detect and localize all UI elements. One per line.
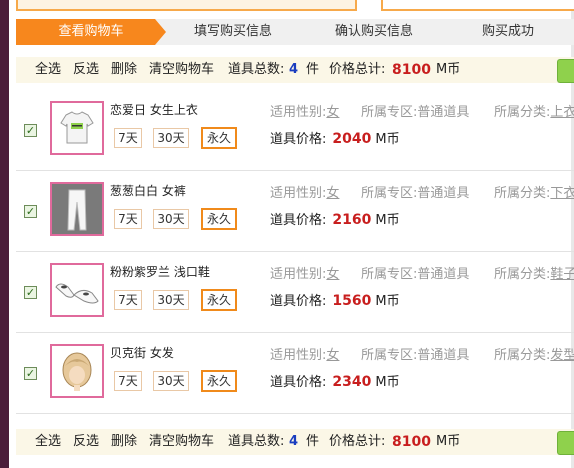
select-all-link[interactable]: 全选 <box>35 429 61 455</box>
hair-icon <box>62 352 92 391</box>
duration-7-days[interactable]: 7天 <box>114 209 142 229</box>
total-count-label: 道具总数: <box>228 62 285 77</box>
item-gender: 适用性别:女 <box>270 105 340 120</box>
item-category: 所属分类:上衣 <box>494 101 574 120</box>
clear-cart-link[interactable]: 清空购物车 <box>149 429 214 455</box>
total-price-unit: M币 <box>436 62 461 77</box>
checkout-steps: 购买成功 确认购买信息 填写购买信息 查看购物车 <box>16 19 574 45</box>
item-price-value: 1560 <box>332 293 372 309</box>
item-checkbox[interactable]: ✓ <box>24 286 37 299</box>
item-price: 道具价格: 2040 M币 <box>270 131 400 147</box>
item-category: 所属分类:发型 <box>494 344 574 363</box>
top-tab-right[interactable] <box>381 0 574 11</box>
duration-7-days[interactable]: 7天 <box>114 371 142 391</box>
invert-selection-link[interactable]: 反选 <box>73 57 99 83</box>
item-price: 道具价格: 2340 M币 <box>270 374 400 390</box>
cart-item: ✓ 粉粉紫罗兰 浅口鞋 7天 30天 永久 适用性别:女 所属专区:普通道具 所… <box>16 252 574 333</box>
pants-icon <box>67 189 87 231</box>
category-link[interactable]: 下衣 <box>550 186 574 201</box>
item-gender: 适用性别:女 <box>270 267 340 282</box>
item-zone: 所属专区:普通道具 <box>361 105 470 120</box>
item-checkbox[interactable]: ✓ <box>24 205 37 218</box>
window-left-edge <box>0 0 9 468</box>
item-price-value: 2040 <box>332 131 372 147</box>
gender-link[interactable]: 女 <box>326 267 339 282</box>
duration-permanent[interactable]: 永久 <box>201 370 237 392</box>
item-price: 道具价格: 2160 M币 <box>270 212 400 228</box>
cart-action-bar-bottom: 全选 反选 删除 清空购物车 道具总数: 4 件 价格总计: 8100 M币 <box>16 429 574 455</box>
invert-selection-link[interactable]: 反选 <box>73 429 99 455</box>
item-zone: 所属专区:普通道具 <box>361 186 470 201</box>
total-price-label: 价格总计: <box>329 434 386 449</box>
duration-30-days[interactable]: 30天 <box>153 290 189 310</box>
shirt-icon <box>60 111 94 144</box>
total-price-unit: M币 <box>436 434 461 449</box>
total-count-unit: 件 <box>306 434 320 449</box>
item-thumbnail-shoes[interactable] <box>50 263 104 317</box>
category-link[interactable]: 发型 <box>550 348 574 363</box>
total-price-label: 价格总计: <box>329 62 386 77</box>
total-price-value: 8100 <box>392 434 431 450</box>
clear-cart-link[interactable]: 清空购物车 <box>149 57 214 83</box>
cart-item: ✓ 葱葱白白 女裤 7天 30天 永久 适用性别:女 所属专区:普通道具 所属分… <box>16 171 574 252</box>
item-price-value: 2160 <box>332 212 372 228</box>
total-count-unit: 件 <box>306 62 320 77</box>
item-category: 所属分类:下衣 <box>494 182 574 201</box>
total-count-label: 道具总数: <box>228 434 285 449</box>
item-zone: 所属专区:普通道具 <box>361 348 470 363</box>
gender-link[interactable]: 女 <box>326 186 339 201</box>
item-name[interactable]: 恋爱日 女生上衣 <box>110 101 198 118</box>
item-zone: 所属专区:普通道具 <box>361 267 470 282</box>
duration-30-days[interactable]: 30天 <box>153 209 189 229</box>
select-all-link[interactable]: 全选 <box>35 57 61 83</box>
shoes-icon <box>55 283 99 304</box>
delete-link[interactable]: 删除 <box>111 429 137 455</box>
step-confirm-info: 确认购买信息 <box>300 19 448 45</box>
item-thumbnail-hair[interactable] <box>50 344 104 398</box>
cart-action-bar-top: 全选 反选 删除 清空购物车 道具总数: 4 件 价格总计: 8100 M币 <box>16 57 574 83</box>
duration-7-days[interactable]: 7天 <box>114 128 142 148</box>
duration-30-days[interactable]: 30天 <box>153 128 189 148</box>
top-tab-left[interactable] <box>16 0 357 11</box>
item-thumbnail-pants[interactable] <box>50 182 104 236</box>
category-link[interactable]: 鞋子 <box>550 267 574 282</box>
item-price-value: 2340 <box>332 374 372 390</box>
checkout-button[interactable] <box>557 59 574 83</box>
item-gender: 适用性别:女 <box>270 186 340 201</box>
item-thumbnail-top[interactable] <box>50 101 104 155</box>
item-name[interactable]: 葱葱白白 女裤 <box>110 182 186 199</box>
duration-30-days[interactable]: 30天 <box>153 371 189 391</box>
step-view-cart: 查看购物车 <box>16 19 166 45</box>
delete-link[interactable]: 删除 <box>111 57 137 83</box>
cart-item: ✓ 恋爱日 女生上衣 7天 30天 永久 适用性别:女 所属专区:普通道具 所属… <box>16 90 574 171</box>
total-price-value: 8100 <box>392 62 431 78</box>
gender-link[interactable]: 女 <box>326 105 339 120</box>
item-category: 所属分类:鞋子 <box>494 263 574 282</box>
duration-permanent[interactable]: 永久 <box>201 127 237 149</box>
step-purchase-success: 购买成功 <box>442 19 574 45</box>
total-count-value: 4 <box>289 62 299 77</box>
category-link[interactable]: 上衣 <box>550 105 574 120</box>
duration-permanent[interactable]: 永久 <box>201 289 237 311</box>
total-count-value: 4 <box>289 434 299 449</box>
item-checkbox[interactable]: ✓ <box>24 124 37 137</box>
item-checkbox[interactable]: ✓ <box>24 367 37 380</box>
checkout-button[interactable] <box>557 431 574 455</box>
item-name[interactable]: 粉粉紫罗兰 浅口鞋 <box>110 263 210 280</box>
step-fill-info: 填写购买信息 <box>160 19 306 45</box>
item-name[interactable]: 贝克街 女发 <box>110 344 174 361</box>
item-price: 道具价格: 1560 M币 <box>270 293 400 309</box>
item-gender: 适用性别:女 <box>270 348 340 363</box>
cart-item: ✓ 贝克街 女发 7天 30天 永久 适用性别:女 所属专区:普通道具 所属分类… <box>16 333 574 414</box>
duration-7-days[interactable]: 7天 <box>114 290 142 310</box>
gender-link[interactable]: 女 <box>326 348 339 363</box>
duration-permanent[interactable]: 永久 <box>201 208 237 230</box>
